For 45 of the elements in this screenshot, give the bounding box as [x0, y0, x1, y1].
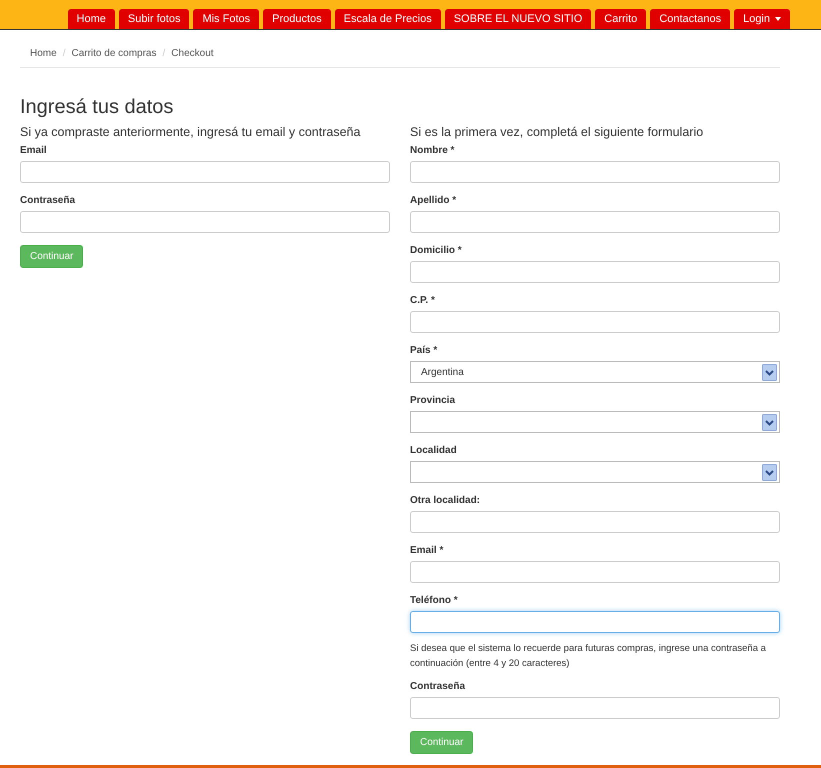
select-field[interactable] [410, 461, 780, 483]
nav-button[interactable]: Home [68, 9, 115, 29]
nav-button[interactable]: Login [734, 9, 790, 29]
field-label: Email * [410, 545, 444, 557]
nav-button[interactable]: SOBRE EL NUEVO SITIO [444, 9, 592, 29]
input-field[interactable] [410, 211, 780, 233]
nav-button[interactable]: Escala de Precios [334, 9, 441, 29]
field-label: Contraseña [410, 681, 466, 693]
input-field[interactable] [410, 311, 780, 333]
field-label: Apellido * [410, 195, 458, 207]
field-label: País * [410, 345, 438, 357]
field-label: Contraseña [20, 195, 76, 207]
field-label: Teléfono * [410, 595, 459, 607]
input-field[interactable] [410, 261, 780, 283]
breadcrumb-link[interactable]: Carrito de compras [71, 48, 156, 60]
section-heading: Si ya compraste anteriormente, ingresá tu email y contraseña [20, 125, 360, 140]
field-label: Provincia [410, 395, 456, 407]
field-label: C.P. * [410, 295, 436, 307]
field-label: Nombre * [410, 145, 456, 157]
nav-button[interactable]: Productos [263, 9, 331, 29]
breadcrumb-separator: / [162, 48, 166, 60]
input-field[interactable] [410, 161, 780, 183]
select-field[interactable]: Argentina [410, 361, 780, 383]
breadcrumb-link[interactable]: Home [30, 48, 57, 60]
help-text: Si desea que el sistema lo recuerde para futuras compras, ingrese una contraseña a continuación (entre 4 y 20 caracteres) [410, 642, 767, 671]
input-field[interactable] [20, 161, 390, 183]
caret-icon [775, 17, 781, 21]
input-field[interactable] [410, 697, 780, 719]
field-label: Email [20, 145, 48, 157]
field-label: Localidad [410, 445, 458, 457]
select-field[interactable] [410, 411, 780, 433]
input-field[interactable] [410, 611, 780, 633]
input-field[interactable] [20, 211, 390, 233]
nav-button[interactable]: Carrito [595, 9, 646, 29]
breadcrumb-separator: / [62, 48, 66, 60]
input-field[interactable] [410, 561, 780, 583]
nav-button[interactable]: Mis Fotos [193, 9, 260, 29]
field-label: Domicilio * [410, 245, 463, 257]
nav-button[interactable]: Subir fotos [118, 9, 190, 29]
page-title: Ingresá tus datos [20, 95, 174, 119]
field-label: Otra localidad: [410, 495, 482, 507]
input-field[interactable] [410, 511, 780, 533]
section-heading: Si es la primera vez, completá el siguiente formulario [410, 125, 704, 140]
breadcrumb-link[interactable]: Checkout [171, 48, 214, 60]
nav-button[interactable]: Contactanos [650, 9, 730, 29]
